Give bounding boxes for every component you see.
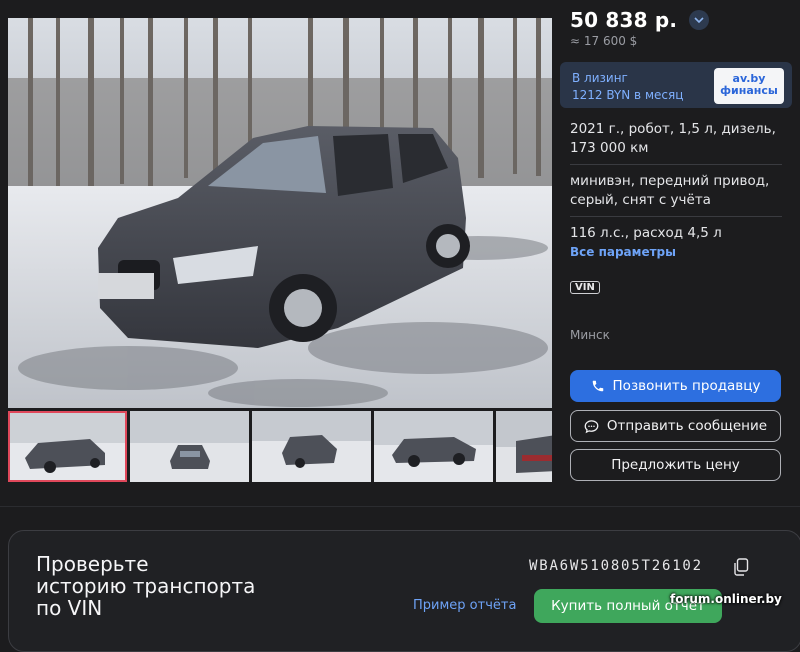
spec-body: минивэн, передний привод, (570, 173, 770, 189)
chevron-down-icon[interactable] (689, 10, 710, 30)
thumbnail-strip (8, 411, 552, 482)
call-seller-button[interactable]: Позвонить продавцу (570, 370, 781, 402)
send-message-button[interactable]: Отправить сообщение (570, 410, 781, 442)
offer-price-label: Предложить цену (611, 457, 740, 473)
spec-power: 116 л.с., расход 4,5 л (570, 225, 722, 241)
vin-title-line2: историю транспорта (36, 574, 256, 598)
spec-year-engine: 2021 г., робот, 1,5 л, дизель, (570, 121, 776, 137)
photo-gallery (8, 18, 552, 482)
sample-report-link[interactable]: Пример отчёта (413, 598, 516, 613)
logo-line2: финансы (720, 84, 778, 97)
leasing-banner[interactable]: В лизинг 1212 BYN в месяц av.by финансы (560, 62, 792, 108)
vin-title-line1: Проверьте (36, 552, 149, 576)
vin-check-title: Проверьте историю транспорта по VIN (36, 553, 296, 619)
vin-check-card: Проверьте историю транспорта по VIN WBA6… (8, 530, 800, 652)
call-seller-label: Позвонить продавцу (612, 378, 761, 394)
city: Минск (570, 328, 610, 342)
vin-number: WBA6W510805T26102 (529, 558, 703, 574)
spec-color: серый, снят с учёта (570, 192, 711, 208)
spec-mileage: 173 000 км (570, 140, 649, 156)
watermark: forum.onliner.by (670, 592, 782, 606)
thumbnail-2[interactable] (130, 411, 249, 482)
vin-badge: VIN (570, 281, 600, 294)
send-message-label: Отправить сообщение (606, 418, 768, 434)
divider (570, 164, 782, 165)
listing-sidebar: 50 838 р. ≈ 17 600 $ В лизинг 1212 BYN в… (560, 8, 792, 481)
leasing-title: В лизинг (572, 71, 628, 85)
offer-price-button[interactable]: Предложить цену (570, 449, 781, 481)
section-divider (0, 506, 800, 507)
thumbnail-5[interactable] (496, 411, 552, 482)
chat-bubble-icon (584, 419, 599, 433)
price-usd: ≈ 17 600 $ (570, 34, 638, 48)
phone-icon (592, 380, 603, 392)
thumbnail-4[interactable] (374, 411, 493, 482)
av-finance-logo: av.by финансы (714, 68, 784, 104)
all-params-link[interactable]: Все параметры (570, 245, 792, 259)
thumbnail-1[interactable] (8, 411, 127, 482)
main-photo[interactable] (8, 18, 552, 408)
copy-icon[interactable] (733, 558, 749, 576)
leasing-amount: 1212 BYN в месяц (572, 88, 684, 102)
vin-title-line3: по VIN (36, 596, 103, 620)
divider (570, 216, 782, 217)
thumbnail-3[interactable] (252, 411, 371, 482)
price: 50 838 р. (570, 8, 678, 32)
